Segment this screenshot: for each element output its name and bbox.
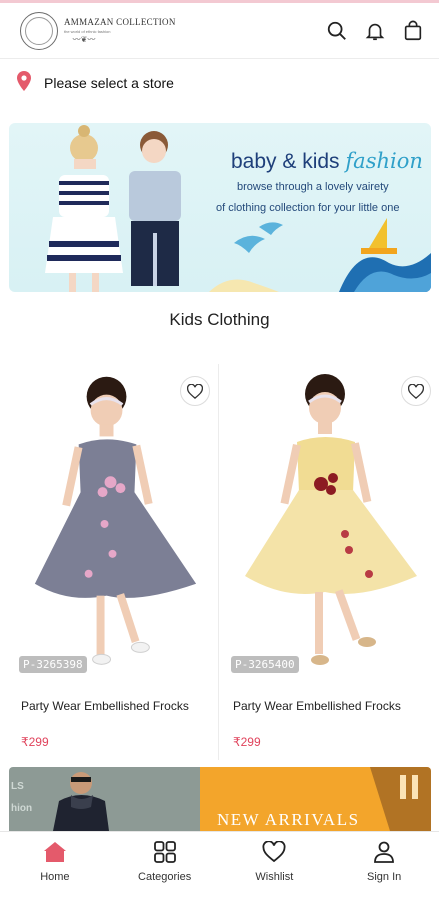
banner-title-script: fashion <box>345 149 423 173</box>
location-pin-icon <box>16 70 32 96</box>
product-image <box>245 374 417 665</box>
heart-icon <box>187 383 203 399</box>
baby-kids-banner[interactable]: baby & kids fashion browse through a lov… <box>9 123 431 292</box>
promo-decoration <box>370 767 431 831</box>
product-code: P-3265398 <box>19 656 87 673</box>
logo-flourish: 〰❦〰 <box>72 34 96 44</box>
store-selector[interactable]: Please select a store <box>0 62 439 104</box>
banner-subtitle-line2: of clothing collection for your little o… <box>216 202 400 214</box>
nav-home[interactable]: Home <box>0 832 110 900</box>
nav-label: Wishlist <box>255 871 294 883</box>
grid-icon <box>153 841 176 863</box>
product-price: ₹299 <box>21 735 49 749</box>
nav-wishlist[interactable]: Wishlist <box>220 832 330 900</box>
logo-tagline: the world of ethnic fashion <box>64 28 111 34</box>
bag-icon[interactable] <box>401 19 425 43</box>
product-image <box>34 376 197 665</box>
section-title: Kids Clothing <box>169 310 270 329</box>
search-icon[interactable] <box>325 19 349 43</box>
bottom-navigation: Home Categories Wishlist Sign In <box>0 831 439 900</box>
product-card[interactable]: P-3265400 Party Wear Embellished Frocks … <box>221 364 439 760</box>
bell-icon[interactable] <box>363 19 387 43</box>
store-prompt: Please select a store <box>44 75 174 91</box>
product-name: Party Wear Embellished Frocks <box>233 699 401 713</box>
wishlist-heart-button[interactable] <box>401 376 431 406</box>
model-image <box>53 772 109 831</box>
nav-label: Categories <box>138 871 192 883</box>
home-icon <box>43 842 66 862</box>
nav-label: Sign In <box>367 871 402 883</box>
heart-icon <box>262 841 286 863</box>
logo-name: AMMAZAN COLLECTION <box>64 16 176 27</box>
user-icon <box>374 841 395 863</box>
nav-label: Home <box>40 871 70 883</box>
promo-right-panel: NEW ARRIVALS <box>200 767 431 831</box>
banner-title-main: baby & kids <box>231 150 340 173</box>
banner-title: baby & kids fashion <box>231 149 423 174</box>
app-bar: AMMAZAN COLLECTION the world of ethnic f… <box>0 3 439 59</box>
product-price: ₹299 <box>233 735 261 749</box>
nav-sign-in[interactable]: Sign In <box>329 832 439 900</box>
nav-categories[interactable]: Categories <box>110 832 220 900</box>
logo-emblem <box>20 11 58 50</box>
promo-left-panel: LS hion <box>9 767 200 831</box>
product-card[interactable]: P-3265398 Party Wear Embellished Frocks … <box>9 364 219 760</box>
product-code: P-3265400 <box>231 656 299 673</box>
wishlist-heart-button[interactable] <box>180 376 210 406</box>
product-grid: P-3265398 Party Wear Embellished Frocks … <box>9 364 439 760</box>
brand-logo[interactable]: AMMAZAN COLLECTION the world of ethnic f… <box>20 11 176 50</box>
heart-icon <box>408 383 424 399</box>
new-arrivals-banner[interactable]: LS hion NEW ARRIVALS <box>9 767 431 831</box>
product-name: Party Wear Embellished Frocks <box>21 699 189 713</box>
banner-subtitle-line1: browse through a lovely vairety <box>237 181 389 193</box>
